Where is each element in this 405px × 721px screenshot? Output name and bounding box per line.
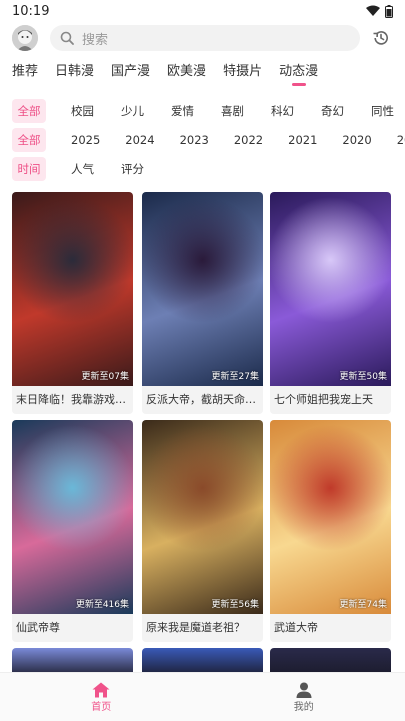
bottom-nav: 首页 我的 <box>0 672 405 721</box>
card-title: 原来我是魔道老祖？ <box>142 614 263 642</box>
year-filter-row: 全部 2025 2024 2023 2022 2021 2020 201 <box>12 128 405 152</box>
poster-image: 更新至74集 <box>270 420 391 614</box>
tab-motion-comic[interactable]: 动态漫 <box>279 60 318 79</box>
nav-home[interactable]: 首页 <box>61 682 141 713</box>
anime-card[interactable]: 更新至07集 末日降临！我靠游戏… <box>12 192 133 414</box>
nav-profile-label: 我的 <box>293 701 314 713</box>
year-chip[interactable]: 201 <box>397 133 405 147</box>
tab-western[interactable]: 欧美漫 <box>167 60 206 79</box>
year-chip[interactable]: 2025 <box>71 133 100 147</box>
genre-chip[interactable]: 奇幻 <box>321 103 344 119</box>
status-icons <box>366 4 393 18</box>
episode-badge: 更新至07集 <box>81 372 129 382</box>
episode-badge: 更新至74集 <box>339 600 387 610</box>
search-input[interactable]: 搜索 <box>50 25 360 51</box>
sort-chip[interactable]: 评分 <box>121 161 144 177</box>
battery-icon <box>385 4 393 18</box>
episode-badge: 更新至56集 <box>211 600 259 610</box>
genre-chip[interactable]: 爱情 <box>171 103 194 119</box>
poster-image: 更新至416集 <box>12 420 133 614</box>
header: 搜索 <box>12 24 393 52</box>
status-bar: 10:19 <box>0 0 405 22</box>
poster-image: 更新至07集 <box>12 192 133 386</box>
year-chip[interactable]: 2023 <box>180 133 209 147</box>
genre-chip[interactable]: 喜剧 <box>221 103 244 119</box>
card-title: 末日降临！我靠游戏… <box>12 386 133 414</box>
category-tabs: 推荐 日韩漫 国产漫 欧美漫 特摄片 动态漫 <box>0 56 405 82</box>
avatar-icon <box>12 25 38 51</box>
card-title: 仙武帝尊 <box>12 614 133 642</box>
tab-japan-korea[interactable]: 日韩漫 <box>55 60 94 79</box>
tab-tokusatsu[interactable]: 特摄片 <box>223 60 262 79</box>
poster-image: 更新至50集 <box>270 192 391 386</box>
episode-badge: 更新至27集 <box>211 372 259 382</box>
card-title: 武道大帝 <box>270 614 391 642</box>
nav-profile[interactable]: 我的 <box>264 682 344 713</box>
anime-card[interactable]: 更新至27集 反派大帝，截胡天命… <box>142 192 263 414</box>
search-icon <box>60 31 74 45</box>
year-chip[interactable]: 2022 <box>234 133 263 147</box>
person-icon <box>296 682 312 698</box>
year-chip[interactable]: 全部 <box>12 128 46 152</box>
sort-filter-row: 时间 人气 评分 <box>12 157 405 181</box>
genre-chip[interactable]: 科幻 <box>271 103 294 119</box>
card-title: 反派大帝，截胡天命… <box>142 386 263 414</box>
tab-domestic[interactable]: 国产漫 <box>111 60 150 79</box>
anime-card[interactable]: 更新至74集 武道大帝 <box>270 420 391 642</box>
genre-chip[interactable]: 同性 <box>371 103 394 119</box>
poster-image: 更新至27集 <box>142 192 263 386</box>
genre-chip[interactable]: 全部 <box>12 99 46 123</box>
sort-chip[interactable]: 人气 <box>71 161 94 177</box>
anime-card[interactable]: 更新至50集 七个师姐把我宠上天 <box>270 192 391 414</box>
year-chip[interactable]: 2021 <box>288 133 317 147</box>
episode-badge: 更新至416集 <box>75 600 129 610</box>
episode-badge: 更新至50集 <box>339 372 387 382</box>
avatar[interactable] <box>12 25 38 51</box>
genre-chip[interactable]: 少儿 <box>121 103 144 119</box>
home-icon <box>92 682 110 697</box>
year-chip[interactable]: 2020 <box>342 133 371 147</box>
history-button[interactable] <box>371 28 391 48</box>
status-time: 10:19 <box>12 3 50 19</box>
anime-card[interactable]: 更新至416集 仙武帝尊 <box>12 420 133 642</box>
tab-recommend[interactable]: 推荐 <box>12 60 38 79</box>
wifi-icon <box>366 5 380 16</box>
sort-chip[interactable]: 时间 <box>12 157 46 181</box>
nav-home-label: 首页 <box>91 701 112 713</box>
search-placeholder: 搜索 <box>82 32 109 48</box>
poster-image: 更新至56集 <box>142 420 263 614</box>
genre-chip[interactable]: 校园 <box>71 103 94 119</box>
genre-filter-row: 全部 校园 少儿 爱情 喜剧 科幻 奇幻 同性 <box>12 99 405 123</box>
card-title: 七个师姐把我宠上天 <box>270 386 391 414</box>
anime-card[interactable]: 更新至56集 原来我是魔道老祖？ <box>142 420 263 642</box>
year-chip[interactable]: 2024 <box>125 133 154 147</box>
history-icon <box>373 31 388 45</box>
